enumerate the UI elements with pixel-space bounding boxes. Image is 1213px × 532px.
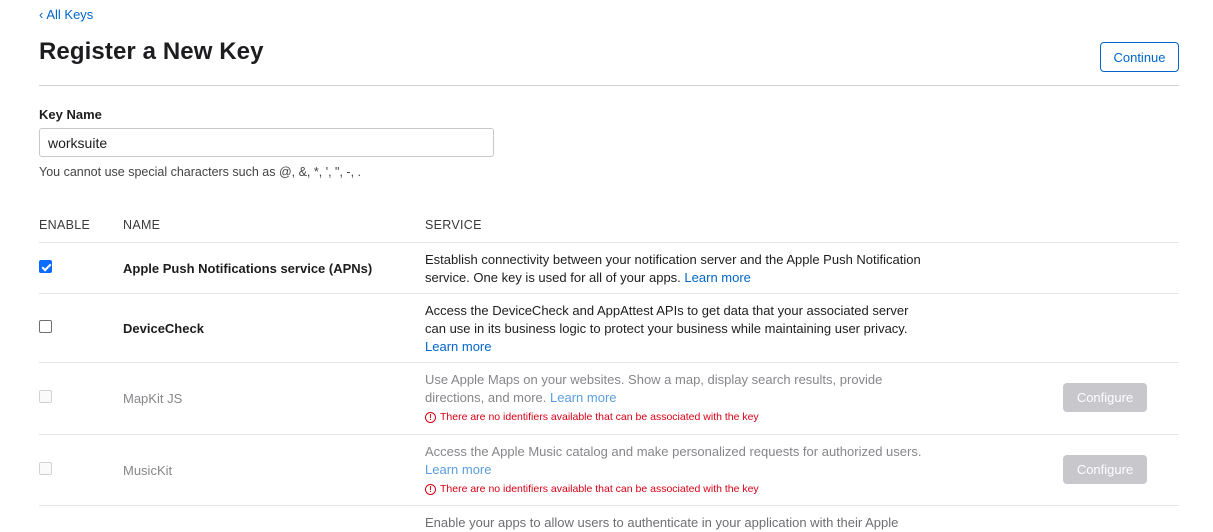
- devicecheck-description-text: Access the DeviceCheck and AppAttest API…: [425, 303, 909, 336]
- all-keys-link[interactable]: ‹ All Keys: [39, 7, 93, 22]
- devicecheck-name: DeviceCheck: [123, 321, 204, 336]
- chevron-left-icon: ‹: [39, 7, 44, 22]
- row-divider: [39, 242, 1179, 243]
- key-name-label: Key Name: [39, 107, 102, 122]
- all-keys-label: All Keys: [46, 7, 94, 22]
- error-icon: !: [425, 483, 436, 495]
- mapkit-name: MapKit JS: [123, 391, 183, 406]
- row-divider: [39, 293, 1179, 294]
- row-divider: [39, 362, 1179, 363]
- musickit-checkbox[interactable]: [39, 462, 52, 475]
- devicecheck-description: Access the DeviceCheck and AppAttest API…: [425, 302, 925, 356]
- row-divider: [39, 505, 1179, 506]
- apns-name: Apple Push Notifications service (APNs): [123, 261, 373, 276]
- mapkit-error: ! There are no identifiers available that…: [425, 411, 759, 423]
- mapkit-description: Use Apple Maps on your websites. Show a …: [425, 371, 925, 407]
- musickit-error-text: There are no identifiers available that …: [440, 483, 759, 495]
- column-header-name: NAME: [123, 218, 161, 232]
- apns-description: Establish connectivity between your noti…: [425, 251, 925, 287]
- sign-in-description: Enable your apps to allow users to authe…: [425, 515, 899, 530]
- mapkit-learn-more-link[interactable]: Learn more: [550, 390, 616, 405]
- key-name-input[interactable]: [39, 128, 494, 157]
- mapkit-description-text: Use Apple Maps on your websites. Show a …: [425, 372, 883, 405]
- mapkit-error-text: There are no identifiers available that …: [440, 411, 759, 423]
- continue-button[interactable]: Continue: [1100, 42, 1179, 72]
- musickit-configure-button[interactable]: Configure: [1063, 455, 1147, 484]
- apns-description-text: Establish connectivity between your noti…: [425, 252, 921, 285]
- musickit-name: MusicKit: [123, 463, 173, 478]
- column-header-enable: ENABLE: [39, 218, 91, 232]
- apns-checkbox[interactable]: [39, 260, 52, 273]
- page-title: Register a New Key: [39, 38, 264, 65]
- musickit-learn-more-link[interactable]: Learn more: [425, 462, 491, 477]
- row-divider: [39, 434, 1179, 435]
- musickit-error: ! There are no identifiers available that…: [425, 483, 759, 495]
- column-header-service: SERVICE: [425, 218, 482, 232]
- devicecheck-checkbox[interactable]: [39, 320, 52, 333]
- musickit-description-text: Access the Apple Music catalog and make …: [425, 444, 922, 459]
- devicecheck-learn-more-link[interactable]: Learn more: [425, 339, 491, 354]
- mapkit-configure-button[interactable]: Configure: [1063, 383, 1147, 412]
- key-name-hint: You cannot use special characters such a…: [39, 165, 361, 179]
- error-icon: !: [425, 411, 436, 423]
- apns-learn-more-link[interactable]: Learn more: [684, 270, 750, 285]
- header-divider: [39, 85, 1179, 86]
- mapkit-checkbox[interactable]: [39, 390, 52, 403]
- musickit-description: Access the Apple Music catalog and make …: [425, 443, 925, 479]
